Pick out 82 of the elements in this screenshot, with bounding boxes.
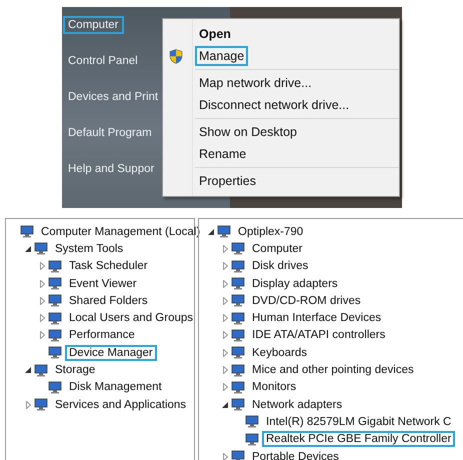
tree-item[interactable]: System Tools <box>51 240 128 257</box>
tree-item[interactable]: DVD/CD-ROM drives <box>248 292 365 309</box>
tree-item[interactable]: Optiplex-790 <box>234 224 308 240</box>
tree-item[interactable]: Device Manager <box>65 344 157 361</box>
monitor-icon <box>231 450 245 460</box>
collapsed-arrow-icon[interactable] <box>222 244 228 253</box>
start-menu-item[interactable]: Devices and Print <box>63 88 164 106</box>
monitor-icon <box>231 364 245 377</box>
monitor-icon <box>48 277 62 290</box>
tree-item[interactable]: Storage <box>51 362 100 378</box>
monitor-icon <box>245 432 259 446</box>
tree-item[interactable]: Disk drives <box>248 258 312 274</box>
collapsed-arrow-icon[interactable] <box>40 314 44 322</box>
monitor-icon <box>48 260 62 273</box>
tree-item[interactable]: Shared Folders <box>65 292 152 309</box>
monitor-icon <box>231 260 245 273</box>
monitor-icon <box>217 225 231 238</box>
monitor-icon <box>231 312 245 325</box>
start-menu-item[interactable]: Computer <box>63 16 124 34</box>
tree-item[interactable]: Realtek PCIe GBE Family Controller <box>262 431 456 448</box>
monitor-icon <box>231 242 245 256</box>
collapsed-arrow-icon[interactable] <box>40 280 44 288</box>
monitor-icon <box>231 328 245 342</box>
menu-item[interactable]: Rename <box>195 144 250 164</box>
tree-item[interactable]: Intel(R) 82579LM Gigabit Network C <box>262 414 456 430</box>
monitor-icon <box>20 225 34 238</box>
monitor-icon <box>34 242 48 256</box>
monitor-icon <box>34 398 48 412</box>
tree-item[interactable]: Human Interface Devices <box>248 310 386 326</box>
collapsed-arrow-icon[interactable] <box>222 314 228 322</box>
start-menu-item[interactable]: Default Program <box>63 124 157 142</box>
monitor-icon <box>231 277 245 290</box>
tree-item[interactable]: Event Viewer <box>65 276 141 292</box>
tree-item[interactable]: Display adapters <box>248 276 342 292</box>
shield-icon <box>169 49 183 64</box>
collapsed-arrow-icon[interactable] <box>222 452 228 460</box>
expanded-arrow-icon[interactable] <box>222 402 228 408</box>
expanded-arrow-icon[interactable] <box>208 228 214 235</box>
expanded-arrow-icon[interactable] <box>25 367 31 374</box>
tree-item[interactable]: Portable Devices <box>248 448 343 460</box>
monitor-icon <box>231 398 245 412</box>
tree-item[interactable]: Disk Management <box>65 379 166 396</box>
monitor-icon <box>245 415 259 428</box>
monitor-icon <box>231 294 245 308</box>
collapsed-arrow-icon[interactable] <box>222 280 228 288</box>
start-menu-item[interactable]: Control Panel <box>63 52 143 70</box>
start-menu-item[interactable]: Help and Suppor <box>63 160 160 178</box>
tree-item[interactable]: Task Scheduler <box>65 258 152 274</box>
menu-item[interactable]: Manage <box>195 46 248 66</box>
collapsed-arrow-icon[interactable] <box>222 348 228 357</box>
menu-item[interactable]: Open <box>195 24 235 44</box>
menu-item[interactable]: Show on Desktop <box>195 122 301 142</box>
monitor-icon <box>231 380 245 394</box>
menu-item[interactable]: Map network drive... <box>195 73 316 93</box>
tree-item[interactable]: Monitors <box>248 379 300 396</box>
collapsed-arrow-icon[interactable] <box>222 262 228 270</box>
collapsed-arrow-icon[interactable] <box>222 366 228 374</box>
tree-item[interactable]: Network adapters <box>248 396 346 413</box>
collapsed-arrow-icon[interactable] <box>222 296 228 305</box>
monitor-icon <box>48 346 62 360</box>
menu-item[interactable]: Disconnect network drive... <box>195 95 354 115</box>
monitor-icon <box>48 294 62 308</box>
tree-item[interactable]: Services and Applications <box>51 396 190 413</box>
monitor-icon <box>34 364 48 377</box>
collapsed-arrow-icon[interactable] <box>40 296 44 305</box>
collapsed-arrow-icon[interactable] <box>40 262 44 270</box>
tree-item[interactable]: Keyboards <box>248 344 311 361</box>
tree-item[interactable]: Mice and other pointing devices <box>248 362 418 378</box>
monitor-icon <box>48 328 62 342</box>
monitor-icon <box>48 312 62 325</box>
monitor-icon <box>48 380 62 394</box>
menu-item[interactable]: Properties <box>195 171 260 191</box>
tree-item[interactable]: Local Users and Groups <box>65 310 198 326</box>
tree-item[interactable]: Performance <box>65 327 139 344</box>
tree-item[interactable]: IDE ATA/ATAPI controllers <box>248 327 390 344</box>
monitor-icon <box>231 346 245 360</box>
collapsed-arrow-icon[interactable] <box>222 331 228 340</box>
collapsed-arrow-icon[interactable] <box>222 383 228 392</box>
collapsed-arrow-icon[interactable] <box>26 400 30 409</box>
collapsed-arrow-icon[interactable] <box>40 331 44 340</box>
tree-item[interactable]: Computer <box>248 240 306 257</box>
expanded-arrow-icon[interactable] <box>25 246 31 252</box>
